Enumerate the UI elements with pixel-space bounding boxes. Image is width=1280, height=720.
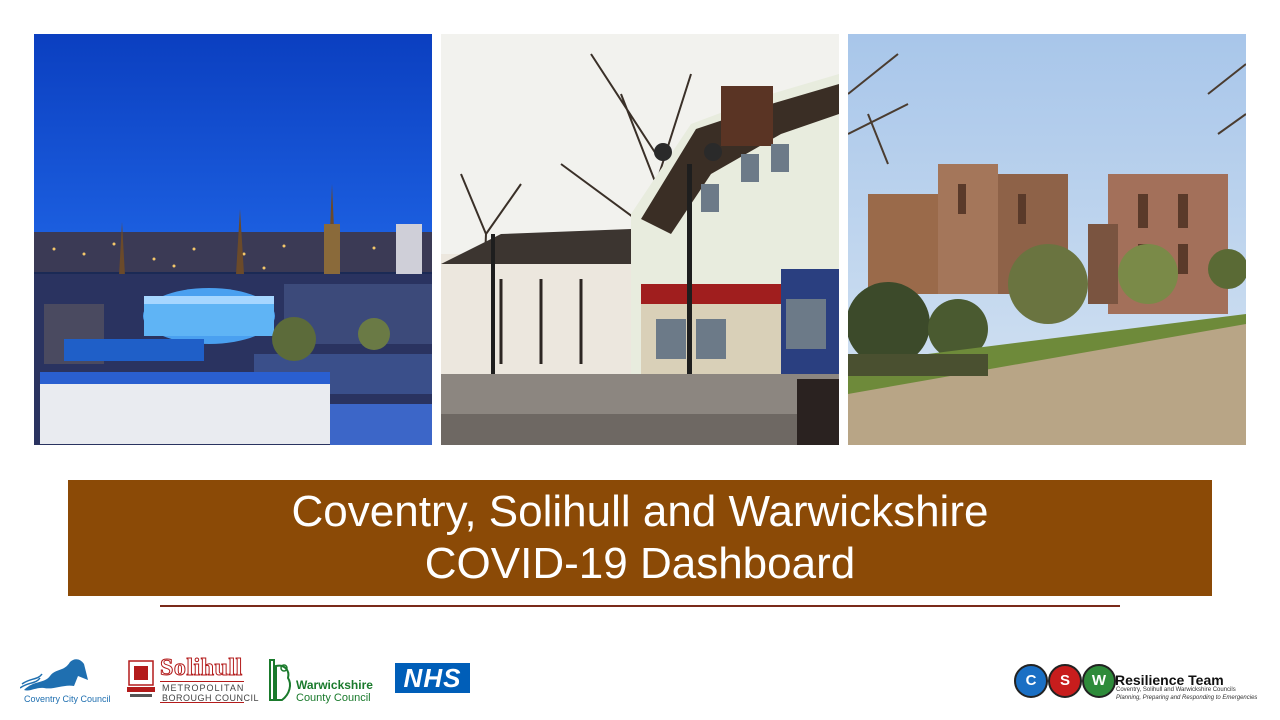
bear-and-ragged-staff-icon <box>269 659 291 701</box>
csw-resilience-team-logo: C S W Resilience Team Coventry, Solihull… <box>1013 662 1273 706</box>
coventry-skyline-photo <box>34 34 432 445</box>
kenilworth-castle-photo <box>848 34 1246 445</box>
warwickshire-logo-line-1: Warwickshire <box>296 678 373 692</box>
resilience-team-tagline: Planning, Preparing and Responding to Em… <box>1116 695 1258 701</box>
coventry-skyline-image <box>34 34 432 445</box>
solihull-rule-top <box>160 681 244 682</box>
title-underline-divider <box>160 605 1120 607</box>
warwickshire-logo-line-2: County Council <box>296 692 371 704</box>
coventry-logo-text: Coventry City Council <box>24 694 111 704</box>
solihull-wordmark: Solihull <box>160 655 243 682</box>
csw-c-circle: C <box>1014 664 1048 698</box>
resilience-team-subtitle: Coventry, Solihull and Warwickshire Coun… <box>1116 687 1236 693</box>
solihull-council-logo: Solihull METROPOLITAN BOROUGH COUNCIL <box>124 655 259 703</box>
warwickshire-county-council-logo: Warwickshire County Council <box>264 656 380 704</box>
dashboard-title-banner: Coventry, Solihull and Warwickshire COVI… <box>68 480 1212 596</box>
solihull-crest-icon <box>127 660 155 697</box>
castle-ruins-image <box>848 34 1246 445</box>
coventry-city-council-logo: Coventry City Council <box>19 654 111 706</box>
elephant-horse-icon <box>19 659 88 691</box>
nhs-logo: NHS <box>395 663 470 693</box>
solihull-street-image <box>441 34 839 445</box>
csw-w-circle: W <box>1082 664 1116 698</box>
solihull-subline-1: METROPOLITAN <box>162 683 245 693</box>
title-line-2: COVID-19 Dashboard <box>424 539 856 588</box>
solihull-high-street-photo <box>441 34 839 445</box>
solihull-rule-bottom <box>160 702 244 703</box>
resilience-team-title: Resilience Team <box>1115 672 1224 688</box>
csw-s-circle: S <box>1048 664 1082 698</box>
title-line-1: Coventry, Solihull and Warwickshire <box>291 487 989 536</box>
